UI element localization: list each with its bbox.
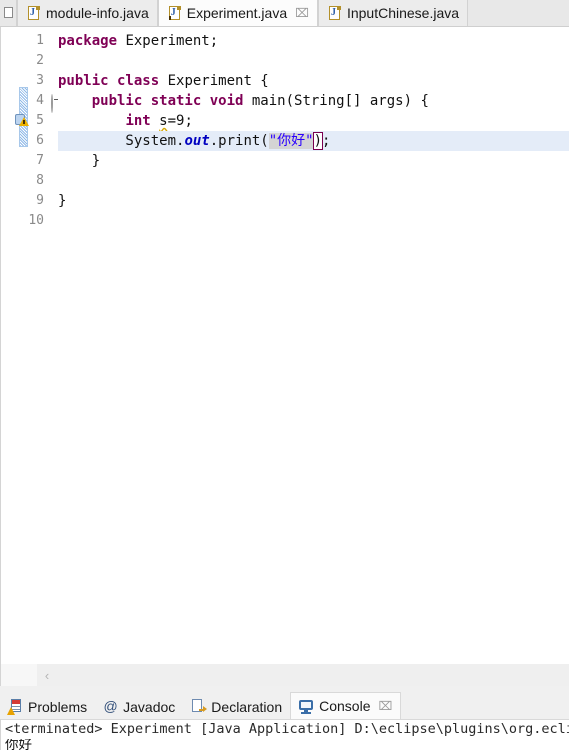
tab-javadoc[interactable]: @ Javadoc xyxy=(95,694,183,719)
code-line-3: public class Experiment { xyxy=(58,73,269,89)
scroll-left-icon[interactable]: ‹ xyxy=(37,664,57,686)
view-tab-label: Declaration xyxy=(211,698,283,715)
edge-view-stub[interactable] xyxy=(0,0,17,26)
tab-problems[interactable]: Problems xyxy=(0,694,95,719)
line-number: 1 xyxy=(36,33,44,48)
console-output-line: 你好 xyxy=(5,739,32,750)
view-tab-label: Problems xyxy=(28,698,88,715)
java-file-icon: J xyxy=(27,5,41,21)
scrollbar-gutter-spacer xyxy=(1,664,37,686)
view-tab-label: Console xyxy=(319,698,371,714)
code-line-7: } xyxy=(58,153,101,169)
editor-tab-experiment[interactable]: J Experiment.java ⌧ xyxy=(157,0,318,38)
view-tab-label: Javadoc xyxy=(123,698,176,715)
code-line-4: public static void main(String[] args) { xyxy=(91,93,429,109)
line-number: 10 xyxy=(28,213,44,228)
console-view[interactable]: <terminated> Experiment [Java Applicatio… xyxy=(0,719,569,750)
partial-view-icon xyxy=(3,7,13,18)
editor-bottom-filler xyxy=(0,656,569,664)
matching-bracket: ) xyxy=(312,132,324,150)
tab-console[interactable]: Console ⌧ xyxy=(290,692,402,719)
eclipse-window: J module-info.java J Experiment.java ⌧ J… xyxy=(0,0,569,750)
line-number: 3 xyxy=(36,73,44,88)
javadoc-at-icon: @ xyxy=(103,698,118,714)
bottom-view-tab-bar: Problems @ Javadoc Declaration Console ⌧ xyxy=(0,692,569,719)
code-text-area[interactable]: package Experiment; public class Experim… xyxy=(58,27,569,664)
editor-tab-label: module-info.java xyxy=(46,5,149,21)
editor-tab-inputchinese[interactable]: J InputChinese.java xyxy=(317,0,469,26)
code-line-6: System.out.print("你好"); xyxy=(58,131,569,151)
line-number: 6 xyxy=(36,133,44,148)
editor-gutter[interactable]: 1 2 3 4 5 6 7 8 9 10 xyxy=(1,27,58,664)
editor-horizontal-scrollbar[interactable]: ‹ xyxy=(0,664,569,686)
problems-icon xyxy=(7,699,23,715)
editor-tab-module-info[interactable]: J module-info.java xyxy=(17,0,158,26)
close-icon[interactable]: ⌧ xyxy=(295,7,309,19)
code-line-5: int s=9; xyxy=(125,113,193,129)
line-number: 9 xyxy=(36,193,44,208)
tab-declaration[interactable]: Declaration xyxy=(183,694,290,719)
code-line-9: } xyxy=(58,193,67,209)
java-file-warning-icon: J xyxy=(165,5,182,38)
editor-tab-label: InputChinese.java xyxy=(346,5,460,21)
java-file-icon: J xyxy=(328,5,342,21)
quickfix-warning-icon[interactable] xyxy=(15,113,31,129)
close-icon[interactable]: ⌧ xyxy=(379,699,393,713)
line-number: 2 xyxy=(36,53,44,68)
code-editor[interactable]: 1 2 3 4 5 6 7 8 9 10 package Experiment;… xyxy=(0,27,569,664)
console-process-header: <terminated> Experiment [Java Applicatio… xyxy=(5,721,569,737)
unused-variable-warning: s xyxy=(159,113,168,129)
editor-tab-label: Experiment.java xyxy=(186,5,288,21)
scrollbar-track[interactable]: ‹ xyxy=(37,664,569,686)
declaration-icon xyxy=(191,699,208,714)
line-number-ruler: 1 2 3 4 5 6 7 8 9 10 xyxy=(1,27,50,231)
console-icon xyxy=(299,699,314,714)
line-number: 7 xyxy=(36,153,44,168)
line-number: 8 xyxy=(36,173,44,188)
editor-tab-bar: J module-info.java J Experiment.java ⌧ J… xyxy=(0,0,569,38)
code-line-1: package Experiment; xyxy=(58,33,219,49)
string-literal: "你好" xyxy=(268,133,314,149)
line-number: 4 xyxy=(36,93,44,108)
